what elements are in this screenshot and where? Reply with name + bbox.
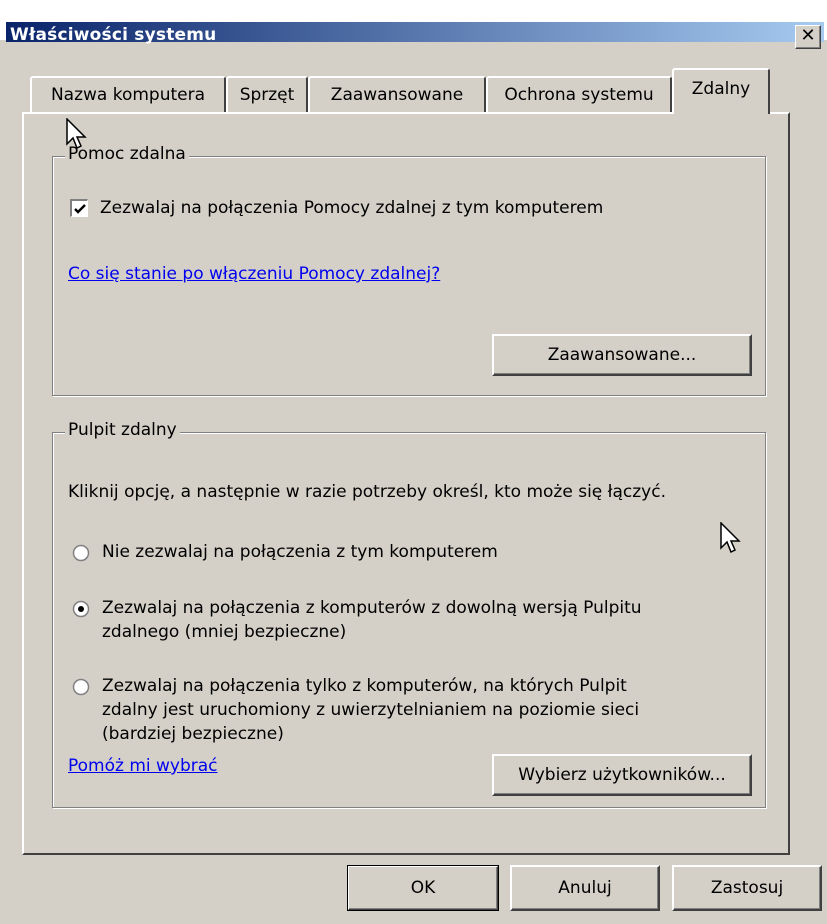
cancel-button[interactable]: Anuluj <box>510 865 660 911</box>
button-label: Zaawansowane... <box>547 345 697 365</box>
tab-label: Zdalny <box>691 79 751 99</box>
apply-button[interactable]: Zastosuj <box>672 865 822 911</box>
radio-nla-only-label-line1: Zezwalaj na połączenia tylko z komputeró… <box>102 676 627 696</box>
tab-system-protection[interactable]: Ochrona systemu <box>486 76 672 112</box>
help-me-choose-link[interactable]: Pomóż mi wybrać <box>68 756 218 776</box>
tab-computer-name[interactable]: Nazwa komputera <box>30 76 226 112</box>
title-bar[interactable]: Właściwości systemu ✕ <box>0 0 827 49</box>
radio-any-version-label-line1: Zezwalaj na połączenia z komputerów z do… <box>102 598 642 618</box>
tab-panel: Pomoc zdalna Zezwalaj na połączenia Pomo… <box>22 112 790 855</box>
tab-remote[interactable]: Zdalny <box>672 68 770 114</box>
mouse-cursor-icon <box>720 522 741 554</box>
allow-remote-assistance-label: Zezwalaj na połączenia Pomocy zdalnej z … <box>100 198 604 218</box>
ok-button[interactable]: OK <box>347 865 499 911</box>
window-title: Właściwości systemu <box>10 25 217 45</box>
checkmark-icon <box>74 204 86 214</box>
radio-nla-only[interactable] <box>72 678 90 696</box>
remote-assistance-help-link[interactable]: Co się stanie po włączeniu Pomocy zdalne… <box>68 264 440 284</box>
mouse-cursor-icon <box>66 118 87 150</box>
radio-any-version[interactable] <box>72 600 90 618</box>
button-label: OK <box>410 878 436 898</box>
radio-any-version-label-line2: zdalnego (mniej bezpieczne) <box>102 622 347 642</box>
button-label: Anuluj <box>558 878 612 898</box>
allow-remote-assistance-checkbox[interactable] <box>70 199 88 217</box>
remote-desktop-instruction: Kliknij opcję, a następnie w razie potrz… <box>68 482 666 502</box>
close-button[interactable]: ✕ <box>795 25 821 49</box>
tab-advanced[interactable]: Zaawansowane <box>308 76 486 112</box>
button-label: Wybierz użytkowników... <box>518 765 726 785</box>
radio-nla-only-label-line2: zdalny jest uruchomiony z uwierzytelnian… <box>102 700 640 720</box>
tab-label: Sprzęt <box>239 85 295 105</box>
button-label: Zastosuj <box>710 878 784 898</box>
tab-label: Zaawansowane <box>330 85 464 105</box>
radio-no-connections-label: Nie zezwalaj na połączenia z tym kompute… <box>102 542 498 562</box>
select-users-button[interactable]: Wybierz użytkowników... <box>492 754 752 796</box>
remote-assistance-advanced-button[interactable]: Zaawansowane... <box>492 334 752 376</box>
radio-no-connections[interactable] <box>72 544 90 562</box>
close-icon: ✕ <box>800 25 816 46</box>
tab-label: Ochrona systemu <box>504 85 654 105</box>
radio-nla-only-label-line3: (bardziej bezpieczne) <box>102 724 284 744</box>
remote-desktop-legend: Pulpit zdalny <box>65 420 180 440</box>
tab-label: Nazwa komputera <box>50 85 206 105</box>
tab-hardware[interactable]: Sprzęt <box>226 76 308 112</box>
